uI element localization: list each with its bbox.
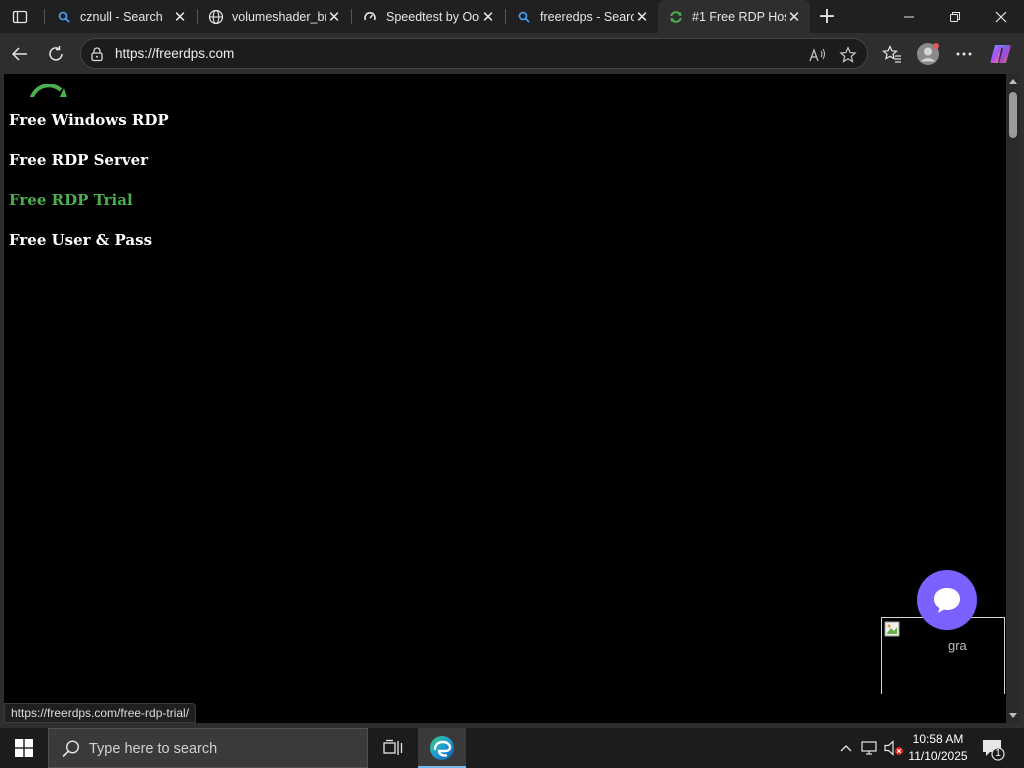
taskbar-search-box[interactable]: Type here to search — [48, 728, 368, 768]
task-view-icon — [383, 739, 403, 755]
widget-text: gra — [948, 638, 967, 653]
search-icon — [56, 9, 72, 25]
scroll-up-arrow-icon[interactable] — [1009, 79, 1017, 84]
close-window-button[interactable] — [978, 0, 1024, 33]
nav-link-free-rdp-server[interactable]: Free RDP Server — [9, 151, 148, 169]
search-icon — [62, 740, 80, 758]
browser-toolbar: https://freerdps.com — [0, 33, 1024, 74]
notification-center-button[interactable]: 1 — [980, 736, 1006, 762]
status-bar-hover-url: https://freerdps.com/free-rdp-trial/ — [4, 703, 197, 723]
system-clock[interactable]: 10:58 AM 11/10/2025 — [906, 731, 970, 765]
tab-strip: cznull - Search ✕ volumeshader_bm ✕ Spee… — [0, 0, 1024, 33]
favorites-button[interactable] — [877, 39, 907, 69]
tab-title: cznull - Search — [80, 9, 163, 24]
volume-tray-button[interactable] — [884, 738, 904, 758]
more-dots-icon — [956, 52, 972, 56]
tab-close-button[interactable]: ✕ — [480, 9, 496, 26]
tab-close-button[interactable]: ✕ — [172, 9, 188, 26]
tab-title: #1 Free RDP Hosting — [692, 9, 786, 24]
broken-image-icon — [884, 621, 900, 637]
back-button[interactable] — [5, 39, 35, 69]
chat-bubble-icon — [934, 588, 960, 613]
nav-link-free-windows-rdp[interactable]: Free Windows RDP — [9, 111, 169, 129]
read-aloud-icon[interactable] — [808, 45, 828, 65]
refresh-button[interactable] — [41, 39, 71, 69]
refresh-icon — [49, 46, 63, 61]
back-arrow-icon — [11, 47, 27, 61]
volume-muted-icon — [884, 740, 903, 756]
site-info-lock-icon[interactable] — [89, 46, 105, 62]
taskbar-search-placeholder: Type here to search — [89, 741, 218, 757]
tab-volumeshader[interactable]: volumeshader_bm ✕ — [198, 0, 350, 33]
notification-count-badge: 1 — [995, 748, 1001, 759]
tab-close-button[interactable]: ✕ — [634, 9, 650, 26]
refresh-favicon-icon — [668, 9, 684, 25]
network-tray-button[interactable] — [860, 738, 880, 758]
close-icon — [995, 11, 1007, 22]
tab-speedtest[interactable]: Speedtest by Ookla ✕ — [352, 0, 504, 33]
taskbar-edge-button[interactable] — [418, 728, 466, 768]
site-logo-icon[interactable] — [28, 84, 72, 102]
tab-separator — [44, 9, 45, 24]
tab-title: freeredps - Search — [540, 9, 634, 24]
window-frame — [1020, 74, 1024, 723]
tab-freeredps-search[interactable]: freeredps - Search ✕ — [506, 0, 658, 33]
speedtest-icon — [362, 9, 378, 25]
windows-logo-icon — [15, 739, 33, 757]
windows-taskbar: Type here to search 10:58 AM 11/10/2025 … — [0, 728, 1024, 768]
restore-button[interactable] — [932, 0, 978, 33]
settings-more-button[interactable] — [949, 39, 979, 69]
tab-actions-button[interactable] — [6, 6, 34, 28]
copilot-icon — [990, 45, 1011, 63]
address-url: https://freerdps.com — [115, 46, 235, 61]
start-button[interactable] — [0, 728, 48, 768]
nav-link-free-user-pass[interactable]: Free User & Pass — [9, 231, 152, 249]
favorites-list-icon — [882, 45, 901, 63]
chat-launcher-button[interactable] — [917, 570, 977, 630]
edge-browser-icon — [430, 736, 454, 760]
clock-time: 10:58 AM — [912, 732, 964, 746]
tab-close-button[interactable]: ✕ — [786, 9, 802, 26]
task-view-button[interactable] — [370, 728, 416, 768]
copilot-button[interactable] — [986, 39, 1016, 69]
restore-icon — [950, 11, 960, 22]
tab-title: volumeshader_bm — [232, 9, 326, 24]
globe-icon — [208, 9, 224, 25]
search-icon — [516, 9, 532, 25]
minimize-button[interactable] — [886, 0, 932, 33]
vertical-scrollbar[interactable] — [1006, 74, 1020, 723]
minimize-icon — [904, 16, 914, 17]
show-hidden-icons-button[interactable] — [836, 738, 856, 758]
address-bar[interactable]: https://freerdps.com — [80, 38, 868, 69]
tab-cznull-search[interactable]: cznull - Search ✕ — [46, 0, 196, 33]
new-tab-button[interactable]: + — [814, 4, 840, 29]
clock-date: 11/10/2025 — [908, 749, 968, 763]
scroll-down-arrow-icon[interactable] — [1009, 713, 1017, 718]
scrollbar-thumb[interactable] — [1009, 92, 1017, 138]
tab-close-button[interactable]: ✕ — [326, 9, 342, 26]
tab-actions-icon — [12, 10, 28, 24]
avatar-icon — [917, 43, 939, 65]
favorite-star-icon[interactable] — [838, 45, 858, 65]
chevron-up-icon — [840, 745, 852, 752]
network-icon — [861, 741, 877, 755]
tab-free-rdp-hosting[interactable]: #1 Free RDP Hosting ✕ — [658, 0, 810, 33]
nav-link-free-rdp-trial[interactable]: Free RDP Trial — [9, 191, 133, 209]
page-viewport: Free Windows RDP Free RDP Server Free RD… — [4, 74, 1006, 723]
tab-title: Speedtest by Ookla — [386, 9, 480, 24]
profile-button[interactable] — [913, 39, 943, 69]
